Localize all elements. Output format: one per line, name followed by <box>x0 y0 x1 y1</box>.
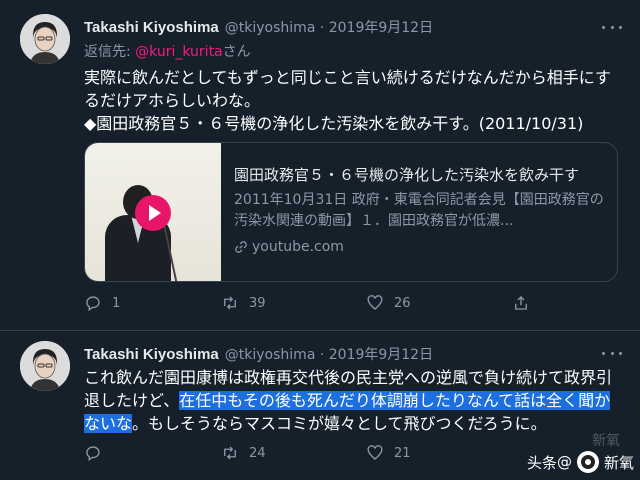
tweet-text-line: ないな。もしそうならマスコミが嬉々として飛びつくだろうに。 <box>84 412 624 435</box>
link-card[interactable]: 園田政務官５・６号機の浄化した汚染水を飲み干す 2011年10月31日 政府・東… <box>84 142 618 282</box>
reply-context: 返信先: @kuri_kuritaさん <box>84 41 251 61</box>
author-handle-date[interactable]: @tkiyoshima · 2019年9月12日 <box>225 20 433 36</box>
play-icon[interactable] <box>135 195 171 231</box>
avatar-portrait-icon <box>20 341 70 391</box>
avatar[interactable] <box>20 341 70 391</box>
tweet-text-line: これ飲んだ園田康博は政権再交代後の民主党への逆風で負け続けて政界引 <box>84 368 613 387</box>
watermark: 头条 @ 新氧 <box>527 450 634 474</box>
tweet-text-line: 退したけど、在任中もその後も死んだり体調崩したりなんて話は全く聞か <box>84 389 624 412</box>
text-plain: 退したけど、 <box>84 391 180 410</box>
watermark-faint: 新氧 <box>592 433 620 449</box>
watermark-prefix: 头条 <box>526 453 557 472</box>
avatar[interactable] <box>20 14 70 64</box>
tweet-text-line: るだけアホらしいわな。 <box>84 91 261 110</box>
watermark-name: 新氧 <box>603 453 634 472</box>
like-icon <box>367 445 383 460</box>
reply-suffix: さん <box>222 44 251 60</box>
text-selection: 在任中もその後も死んだり体調崩したりなんて話は全く聞か <box>179 391 611 410</box>
like-icon <box>367 295 383 310</box>
text-selection: ないな <box>84 414 133 433</box>
link-icon <box>235 241 247 253</box>
like-count: 21 <box>394 445 411 461</box>
retweet-button[interactable]: 39 <box>221 294 266 312</box>
author-handle-date[interactable]: @tkiyoshima · 2019年9月12日 <box>225 347 433 363</box>
more-icon[interactable] <box>602 346 622 360</box>
reply-mention[interactable]: @kuri_kurita <box>135 44 222 60</box>
card-domain-text: youtube.com <box>252 239 344 255</box>
retweet-button[interactable]: 24 <box>221 444 266 462</box>
like-count: 26 <box>394 295 411 311</box>
retweet-count: 24 <box>249 445 266 461</box>
reply-count: 1 <box>112 295 121 311</box>
like-button[interactable]: 26 <box>366 294 411 312</box>
retweet-icon <box>224 446 236 460</box>
share-icon <box>515 296 527 310</box>
text-plain: 。もしそうならマスコミが嬉々として飛びつくだろうに。 <box>132 414 547 433</box>
retweet-icon <box>224 296 236 310</box>
reply-icon <box>86 296 100 312</box>
reply-button[interactable] <box>84 444 112 462</box>
card-title: 園田政務官５・６号機の浄化した汚染水を飲み干す <box>234 166 580 184</box>
tweet-header: Takashi Kiyoshima @tkiyoshima · 2019年9月12… <box>84 17 433 37</box>
card-domain: youtube.com <box>234 239 606 255</box>
card-text: 園田政務官５・６号機の浄化した汚染水を飲み干す 2011年10月31日 政府・東… <box>234 164 606 255</box>
tweet-text-line: ◆園田政務官５・６号機の浄化した汚染水を飲み干す。(2011/10/31) <box>84 114 584 133</box>
reply-prefix: 返信先: <box>84 44 136 60</box>
card-description: 2011年10月31日 政府・東電合同記者会見【園田政務官の汚染水関連の動画】１… <box>234 192 604 229</box>
like-button[interactable]: 21 <box>366 444 411 462</box>
share-button[interactable] <box>512 294 540 312</box>
retweet-count: 39 <box>249 295 266 311</box>
author-name[interactable]: Takashi Kiyoshima <box>84 346 219 363</box>
avatar-portrait-icon <box>20 14 70 64</box>
tweet-text-line: 実際に飲んだとしてもずっと同じこと言い続けるだけなんだから相手にす <box>84 68 611 87</box>
more-icon[interactable] <box>602 20 622 34</box>
brand-logo-icon <box>576 451 599 473</box>
author-name[interactable]: Takashi Kiyoshima <box>84 19 219 36</box>
tweet-text: これ飲んだ園田康博は政権再交代後の民主党への逆風で負け続けて政界引 退したけど、… <box>84 366 624 435</box>
reply-icon <box>86 446 100 462</box>
tweet-1[interactable]: Takashi Kiyoshima @tkiyoshima · 2019年9月12… <box>0 0 640 330</box>
tweet-actions: 1 39 26 <box>84 294 604 314</box>
reply-button[interactable]: 1 <box>84 294 120 312</box>
watermark-at: @ <box>556 453 572 471</box>
tweet-header: Takashi Kiyoshima @tkiyoshima · 2019年9月12… <box>84 344 433 364</box>
video-thumbnail[interactable] <box>85 143 221 281</box>
tweet-text: 実際に飲んだとしてもずっと同じこと言い続けるだけなんだから相手にす るだけアホら… <box>84 66 624 135</box>
